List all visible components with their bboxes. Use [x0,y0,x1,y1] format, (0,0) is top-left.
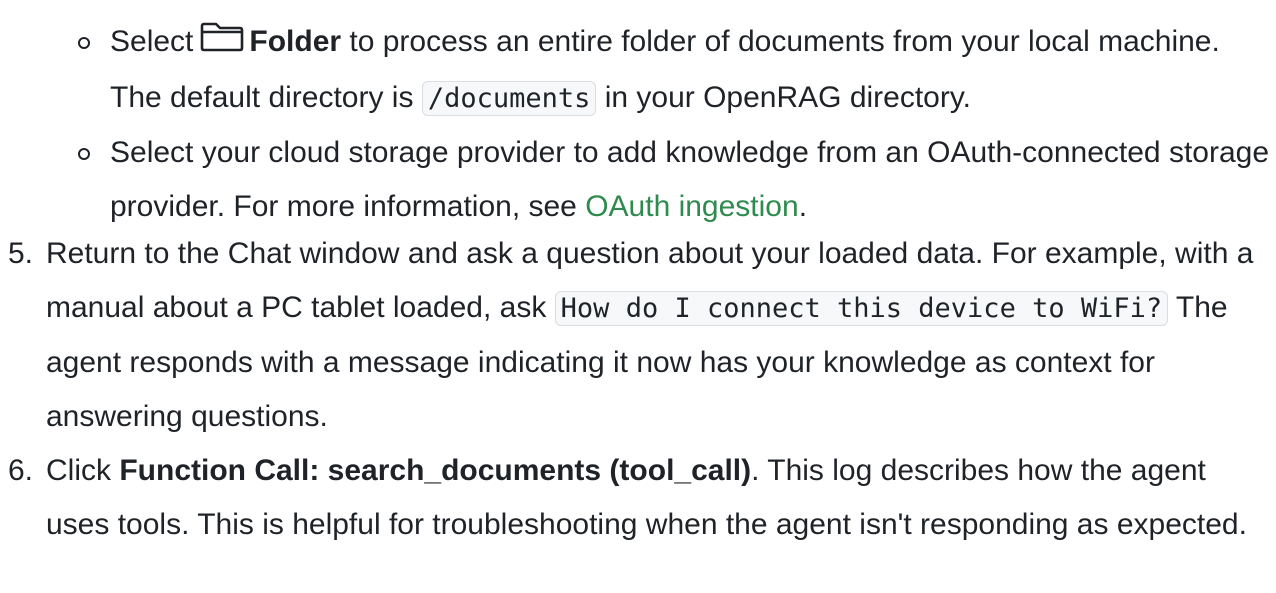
list-item-folder-option: Select Folder to process an entire folder… [78,15,1270,126]
steps-list: 5. Return to the Chat window and ask a q… [8,227,1268,552]
hollow-bullet-icon [78,37,90,49]
cloud-option-suffix: . [798,190,808,223]
docs-page: Select Folder to process an entire folder… [0,0,1276,593]
upload-options-list: Select Folder to process an entire folder… [78,15,1270,234]
folder-option-label: Folder [249,25,342,58]
step-number: 6. [8,454,34,487]
example-question-code: How do I connect this device to WiFi? [554,291,1169,326]
step-5: 5. Return to the Chat window and ask a q… [8,227,1268,444]
list-item-cloud-option: Select your cloud storage provider to ad… [78,126,1270,234]
oauth-ingestion-link[interactable]: OAuth ingestion [585,190,798,223]
select-text: Select [110,25,194,58]
hollow-bullet-icon [78,148,90,160]
step-6-text: Click [46,454,120,487]
folder-icon [199,17,245,71]
function-call-label: Function Call: search_documents (tool_ca… [119,454,752,487]
step-number: 5. [8,237,34,270]
step-6: 6. Click Function Call: search_documents… [8,444,1268,552]
documents-path-code: /documents [421,81,597,116]
folder-option-suffix: in your OpenRAG directory. [596,81,971,114]
